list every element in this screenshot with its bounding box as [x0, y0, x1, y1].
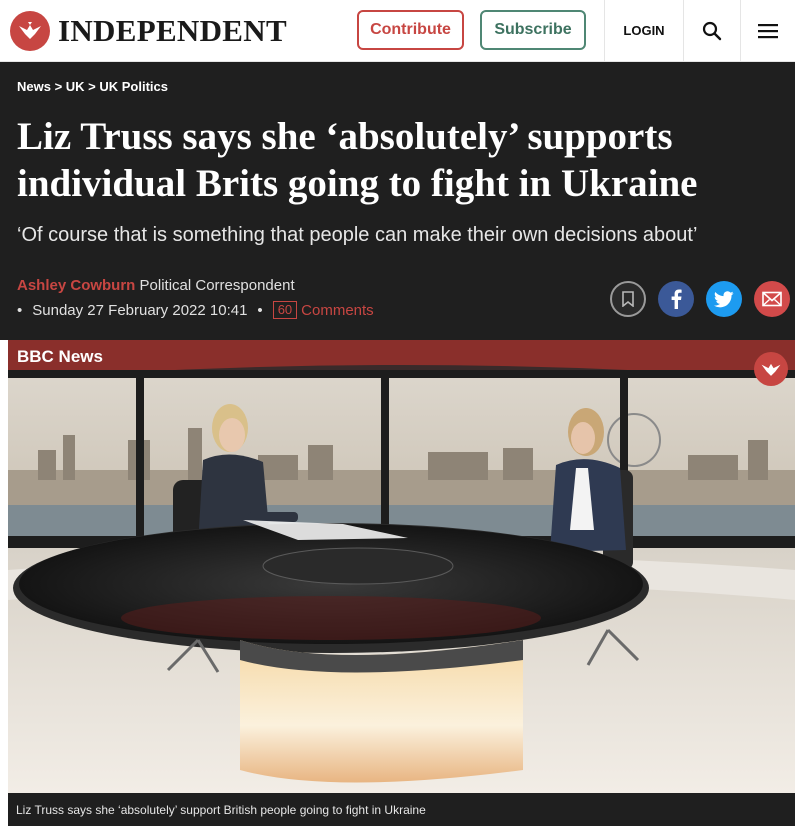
- video-source-label: BBC News: [17, 347, 103, 366]
- facebook-icon: [671, 289, 682, 309]
- page: INDEPENDENT Contribute Subscribe LOGIN N…: [0, 0, 795, 826]
- bullet: •: [17, 301, 23, 319]
- contribute-button[interactable]: Contribute: [357, 10, 464, 50]
- site-header: INDEPENDENT Contribute Subscribe LOGIN: [0, 0, 795, 62]
- logo-wordmark: INDEPENDENT: [58, 13, 287, 48]
- dateline: • Sunday 27 February 2022 10:41 • 60 Com…: [17, 301, 374, 319]
- bullet: •: [257, 301, 263, 319]
- author-link[interactable]: Ashley Cowburn: [17, 277, 135, 294]
- twitter-share-button[interactable]: [706, 281, 742, 317]
- video-player[interactable]: BBC News: [8, 340, 795, 793]
- bookmark-button[interactable]: [610, 281, 646, 317]
- author-role: Political Correspondent: [139, 277, 295, 294]
- comment-count-badge: 60: [272, 301, 298, 319]
- facebook-share-button[interactable]: [658, 281, 694, 317]
- search-icon: [702, 21, 722, 40]
- email-icon: [762, 291, 782, 307]
- article-standfirst: ‘Of course that is something that people…: [17, 224, 698, 246]
- publish-date: Sunday 27 February 2022 10:41: [32, 301, 248, 319]
- twitter-icon: [714, 290, 734, 307]
- eagle-watermark-icon: [754, 352, 788, 386]
- email-share-button[interactable]: [754, 281, 790, 317]
- login-link[interactable]: LOGIN: [605, 0, 683, 61]
- subscribe-button[interactable]: Subscribe: [480, 10, 586, 50]
- comments-link[interactable]: 60 Comments: [272, 301, 374, 319]
- breadcrumb[interactable]: News > UK > UK Politics: [17, 79, 168, 94]
- site-logo[interactable]: INDEPENDENT: [10, 11, 287, 51]
- hamburger-menu-icon: [758, 23, 778, 38]
- video-caption: Liz Truss says she ‘absolutely’ support …: [8, 793, 795, 826]
- comments-label: Comments: [301, 301, 374, 319]
- article-headline: Liz Truss says she ‘absolutely’ supports…: [17, 115, 698, 205]
- byline: Ashley Cowburn Political Correspondent: [17, 277, 295, 294]
- search-button[interactable]: [684, 0, 740, 61]
- video-frame-image: [8, 340, 795, 793]
- eagle-logo-icon: [10, 11, 50, 51]
- menu-button[interactable]: [741, 0, 795, 61]
- bookmark-icon: [622, 291, 634, 307]
